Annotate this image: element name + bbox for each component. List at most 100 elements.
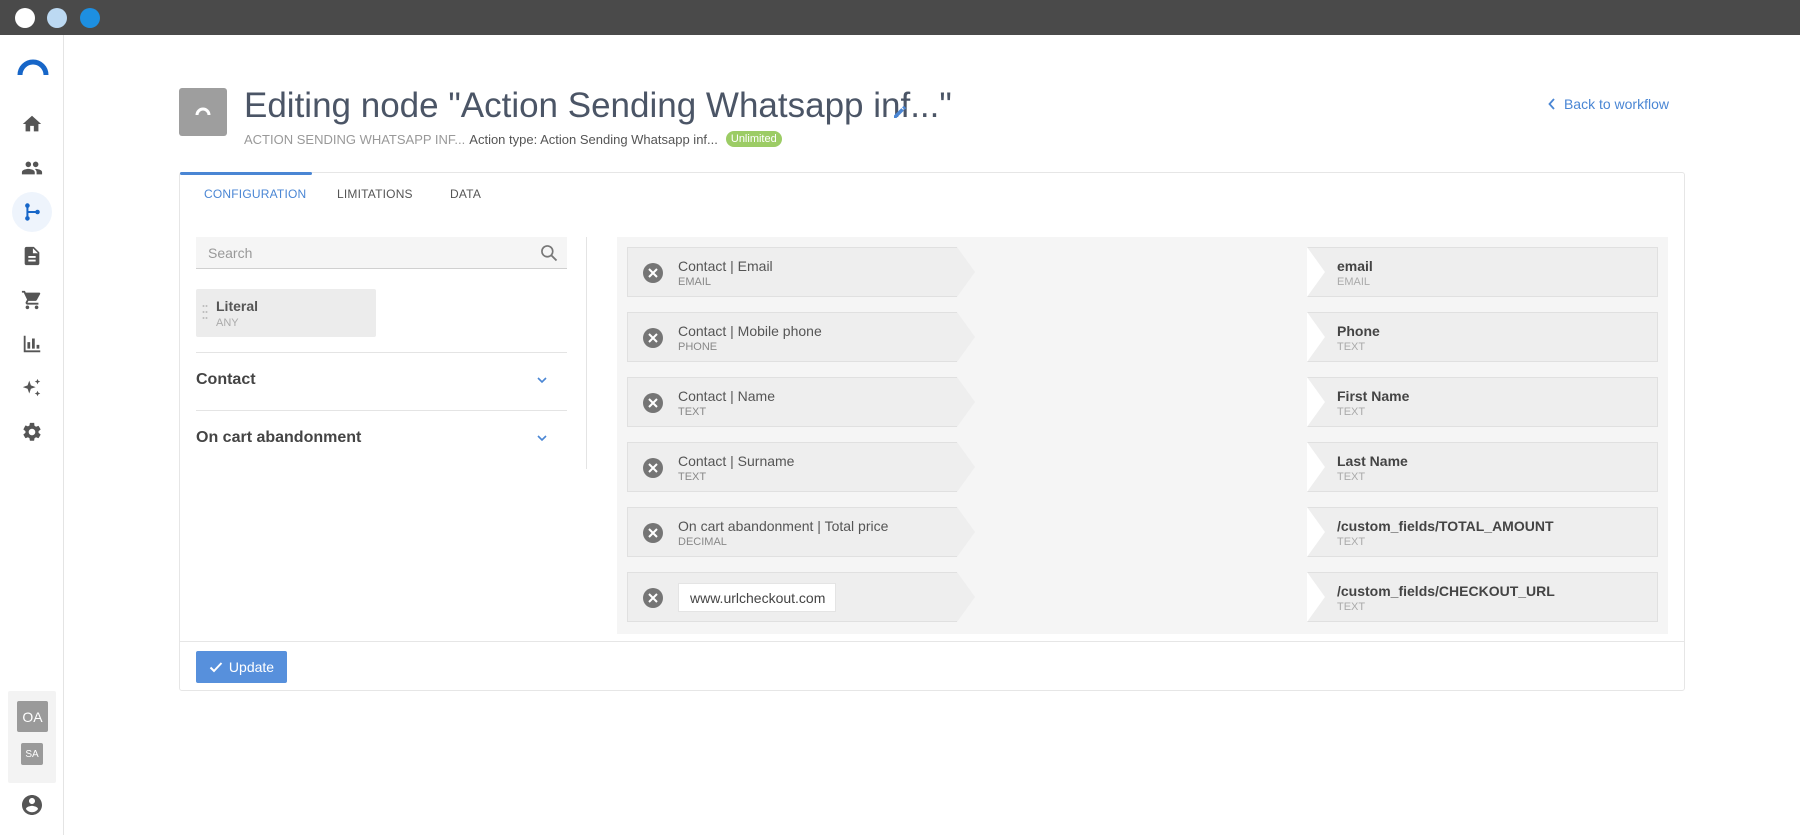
- footer-divider: [180, 641, 1684, 642]
- window-maximize-button[interactable]: [80, 8, 100, 28]
- workflow-icon: [25, 203, 40, 221]
- arrow-divider: [1307, 312, 1325, 362]
- arrow-divider: [957, 572, 975, 622]
- assign-dropdown[interactable]: Assign: [1109, 263, 1174, 279]
- literal-title: Literal: [216, 298, 259, 314]
- arrow-divider: [1307, 572, 1325, 622]
- remove-circle-icon[interactable]: [642, 457, 664, 479]
- mapping-source: Contact | Surname TEXT: [627, 442, 957, 492]
- tab-data[interactable]: DATA: [450, 187, 481, 201]
- assign-dropdown[interactable]: Assign: [1109, 523, 1174, 539]
- sidebar-item-settings[interactable]: [16, 416, 48, 448]
- remove-circle-icon[interactable]: [642, 522, 664, 544]
- caret-down-icon: [1163, 593, 1174, 599]
- field-group-cart-abandonment[interactable]: On cart abandonment: [196, 410, 567, 468]
- assign-dropdown[interactable]: Assign: [1109, 393, 1174, 409]
- people-icon: [21, 161, 43, 175]
- search-input[interactable]: [196, 237, 526, 268]
- literal-field-chip[interactable]: Literal ANY: [196, 289, 376, 337]
- page-title: Editing node "Action Sending Whatsapp in…: [244, 86, 952, 125]
- target-field-label: /custom_fields/CHECKOUT_URL: [1337, 583, 1555, 599]
- field-group-label: On cart abandonment: [196, 429, 362, 446]
- sparkle-icon: [22, 378, 41, 397]
- target-field-type: TEXT: [1337, 341, 1366, 353]
- arrow-divider: [957, 247, 975, 297]
- target-field-type: TEXT: [1337, 406, 1366, 418]
- update-button[interactable]: Update: [196, 651, 287, 683]
- sidebar-item-analytics[interactable]: [16, 328, 48, 360]
- arrow-divider: [1307, 377, 1325, 427]
- sidebar-item-home[interactable]: [16, 108, 48, 140]
- update-button-label: Update: [228, 659, 275, 675]
- tab-bar: CONFIGURATION LIMITATIONS DATA: [180, 172, 1684, 217]
- gear-icon: [23, 422, 41, 441]
- caret-down-icon: [1163, 268, 1174, 274]
- brand-logo-icon[interactable]: [17, 57, 49, 77]
- remove-circle-icon[interactable]: [642, 327, 664, 349]
- field-group-contact[interactable]: Contact: [196, 352, 567, 410]
- back-to-workflow-link[interactable]: Back to workflow: [1548, 96, 1669, 112]
- node-editor-card: CONFIGURATION LIMITATIONS DATA Literal A…: [179, 172, 1685, 691]
- drag-handle-icon[interactable]: [202, 303, 208, 321]
- sidebar-item-contacts[interactable]: [16, 152, 48, 184]
- assign-label: Assign: [1109, 393, 1152, 409]
- remove-circle-icon[interactable]: [642, 262, 664, 284]
- mapping-source: [627, 572, 957, 622]
- sidebar-item-ai[interactable]: [16, 372, 48, 404]
- arrow-divider: [957, 507, 975, 557]
- assign-label: Assign: [1109, 328, 1152, 344]
- target-field-type: TEXT: [1337, 536, 1366, 548]
- assign-dropdown[interactable]: Assign: [1109, 458, 1174, 474]
- search-icon[interactable]: [539, 243, 559, 263]
- remove-circle-icon[interactable]: [642, 587, 664, 609]
- target-field-type: EMAIL: [1337, 276, 1371, 288]
- node-subtitle: ACTION SENDING WHATSAPP INF... Action ty…: [244, 131, 782, 147]
- source-field-type: EMAIL: [678, 276, 712, 288]
- panel-divider: [586, 237, 587, 469]
- sidebar-item-documents[interactable]: [16, 240, 48, 272]
- arrow-divider: [1307, 507, 1325, 557]
- avatar-secondary[interactable]: SA: [21, 743, 43, 765]
- assign-label: Assign: [1109, 458, 1152, 474]
- mapping-action: Assign: [957, 572, 1307, 622]
- chevron-left-icon: [1548, 98, 1555, 110]
- chevron-down-icon: [537, 435, 547, 442]
- mapping-target: /custom_fields/CHECKOUT_URL TEXT: [1307, 572, 1658, 622]
- pencil-icon[interactable]: [892, 104, 908, 120]
- tab-limitations[interactable]: LIMITATIONS: [337, 187, 413, 201]
- caret-down-icon: [1163, 333, 1174, 339]
- bar-chart-icon: [23, 335, 41, 353]
- mapping-source: Contact | Email EMAIL: [627, 247, 957, 297]
- tab-configuration[interactable]: CONFIGURATION: [204, 187, 306, 201]
- caret-down-icon: [1163, 463, 1174, 469]
- account-circle-icon[interactable]: [20, 793, 44, 817]
- arrow-divider: [1307, 247, 1325, 297]
- avatar-primary[interactable]: OA: [17, 701, 48, 732]
- remove-circle-icon[interactable]: [642, 392, 664, 414]
- status-badge: Unlimited: [725, 131, 782, 147]
- back-link-label: Back to workflow: [1563, 96, 1669, 112]
- mapping-row: Contact | Email EMAIL Assign email EMAIL: [627, 247, 1658, 297]
- sidebar: OA SA: [0, 35, 64, 835]
- source-field-label: Contact | Email: [678, 258, 773, 274]
- sidebar-item-workflows[interactable]: [12, 192, 52, 232]
- assign-label: Assign: [1109, 523, 1152, 539]
- node-type-icon: [179, 88, 227, 136]
- window-minimize-button[interactable]: [47, 8, 67, 28]
- source-field-type: TEXT: [678, 406, 707, 418]
- assign-dropdown[interactable]: Assign: [1109, 588, 1174, 604]
- mapping-target: First Name TEXT: [1307, 377, 1658, 427]
- sidebar-item-commerce[interactable]: [16, 284, 48, 316]
- mapping-action: Assign: [957, 442, 1307, 492]
- home-icon: [22, 115, 42, 132]
- arrow-divider: [957, 377, 975, 427]
- assign-dropdown[interactable]: Assign: [1109, 328, 1174, 344]
- field-group-label: Contact: [196, 371, 256, 388]
- window-close-button[interactable]: [15, 8, 35, 28]
- literal-type: ANY: [216, 317, 239, 329]
- mapping-action: Assign: [957, 507, 1307, 557]
- assign-label: Assign: [1109, 588, 1152, 604]
- assign-label: Assign: [1109, 263, 1152, 279]
- literal-value-input[interactable]: [678, 583, 836, 612]
- source-field-label: Contact | Name: [678, 388, 776, 404]
